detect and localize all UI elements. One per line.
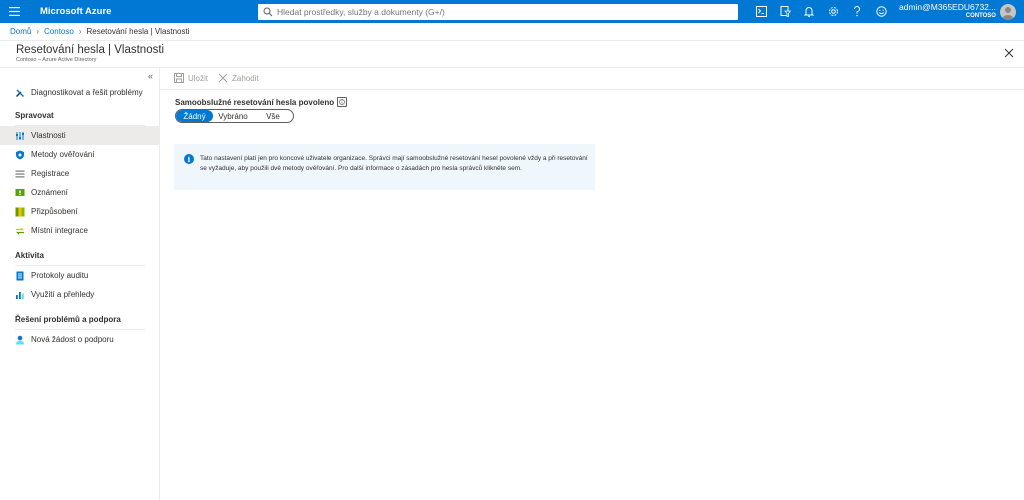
avatar[interactable] <box>999 3 1016 20</box>
sidebar-item-label: Vlastnosti <box>31 131 66 140</box>
sidebar-item-label: Oznámení <box>31 188 68 197</box>
list-icon <box>15 169 25 179</box>
discard-label: Zahodit <box>232 73 259 83</box>
sidebar-item-label: Místní integrace <box>31 226 88 235</box>
sidebar-item-diagnose[interactable]: Diagnostikovat a řešit problémy <box>0 83 159 102</box>
chevron-right-icon: › <box>36 27 40 36</box>
info-message-text[interactable]: Tato nastavení platí jen pro koncové uži… <box>200 154 590 173</box>
scope-option-none[interactable]: Žádný <box>176 110 213 122</box>
section-header-support: Řešení problémů a podpora <box>15 315 121 324</box>
properties-sliders-icon <box>15 131 25 141</box>
scope-option-all[interactable]: Vše <box>253 110 293 122</box>
cloud-shell-icon[interactable] <box>749 0 773 23</box>
sidebar-item-label: Metody ověřování <box>31 150 95 159</box>
command-bar-divider <box>160 89 1024 90</box>
info-icon: i <box>184 154 194 164</box>
save-label: Uložit <box>188 73 209 83</box>
breadcrumb-home[interactable]: Domů <box>10 27 31 36</box>
sync-arrows-icon <box>15 226 25 236</box>
save-icon <box>174 73 184 83</box>
account-menu[interactable]: admin@M365EDU6732... CONTOSO <box>899 1 1016 21</box>
info-message-bar: i Tato nastavení platí jen pro koncové u… <box>174 144 595 190</box>
sidebar-item-audit-logs[interactable]: Protokoly auditu <box>0 266 159 285</box>
sspr-enabled-label-text: Samoobslužné resetování hesla povoleno <box>175 97 335 107</box>
sidebar-item-auth-methods[interactable]: Metody ověřování <box>0 145 159 164</box>
feedback-smiley-icon[interactable] <box>869 0 893 23</box>
sidebar-item-label: Registrace <box>31 169 70 178</box>
scope-option-selected[interactable]: Vybráno <box>213 110 253 122</box>
sidebar-item-properties[interactable]: Vlastnosti <box>0 126 159 145</box>
shield-icon <box>15 150 25 160</box>
help-icon[interactable] <box>845 0 869 23</box>
search-icon <box>263 7 273 16</box>
close-icon[interactable] <box>1004 45 1016 58</box>
page-subtitle: Contoso – Azure Active Directory <box>16 57 97 63</box>
breadcrumb-current: Resetování hesla | Vlastnosti <box>86 27 190 36</box>
brand-title[interactable]: Microsoft Azure <box>40 6 258 17</box>
sidebar-item-notifications[interactable]: Oznámení <box>0 183 159 202</box>
support-person-icon <box>15 335 25 345</box>
sidebar: « Diagnostikovat a řešit problémy Spravo… <box>0 67 160 500</box>
sidebar-item-customization[interactable]: Přizpůsobení <box>0 202 159 221</box>
sspr-enabled-label: Samoobslužné resetování hesla povoleno <box>175 97 348 107</box>
notifications-icon[interactable] <box>797 0 821 23</box>
account-name: admin@M365EDU6732... <box>899 1 996 12</box>
customization-palette-icon <box>15 207 25 217</box>
chevron-right-icon: › <box>78 27 82 36</box>
audit-log-icon <box>15 271 25 281</box>
settings-gear-icon[interactable] <box>821 0 845 23</box>
sidebar-item-usage-insights[interactable]: Využití a přehledy <box>0 285 159 304</box>
discard-x-icon <box>218 73 228 83</box>
save-button[interactable]: Uložit <box>174 73 208 83</box>
page-title: Resetování hesla | Vlastnosti <box>16 44 165 56</box>
breadcrumb: Domů › Contoso › Resetování hesla | Vlas… <box>10 24 190 39</box>
sidebar-item-label: Nová žádost o podporu <box>31 335 114 344</box>
breadcrumb-contoso[interactable]: Contoso <box>44 27 74 36</box>
search-input[interactable] <box>277 6 727 17</box>
info-tooltip-icon[interactable] <box>337 97 348 107</box>
menu-icon[interactable] <box>0 0 28 23</box>
account-tenant: CONTOSO <box>965 12 996 19</box>
top-bar: Microsoft Azure admin@M365EDU6732... CON… <box>0 0 1024 23</box>
sidebar-item-label: Přizpůsobení <box>31 207 78 216</box>
bar-chart-icon <box>15 290 25 300</box>
sspr-scope-toggle[interactable]: Žádný Vybráno Vše <box>175 109 294 123</box>
collapse-sidebar-icon[interactable]: « <box>148 71 153 81</box>
sidebar-item-label: Protokoly auditu <box>31 271 89 280</box>
search-box[interactable] <box>258 3 738 20</box>
discard-button[interactable]: Zahodit <box>218 73 259 83</box>
directory-filter-icon[interactable] <box>773 0 797 23</box>
sidebar-item-label: Využití a přehledy <box>31 290 95 299</box>
wrench-icon <box>15 88 25 98</box>
main-content: Uložit Zahodit Samoobslužné resetování h… <box>160 67 1024 500</box>
command-bar: Uložit Zahodit <box>174 73 269 83</box>
blade-header: Resetování hesla | Vlastnosti Contoso – … <box>0 40 1024 66</box>
sidebar-item-onprem-integration[interactable]: Místní integrace <box>0 221 159 240</box>
sidebar-item-label: Diagnostikovat a řešit problémy <box>31 88 143 97</box>
sidebar-item-registration[interactable]: Registrace <box>0 164 159 183</box>
notification-message-icon <box>15 188 25 198</box>
section-header-activity: Aktivita <box>15 251 44 260</box>
section-header-manage: Spravovat <box>15 111 54 120</box>
sidebar-item-new-support-request[interactable]: Nová žádost o podporu <box>0 330 159 349</box>
